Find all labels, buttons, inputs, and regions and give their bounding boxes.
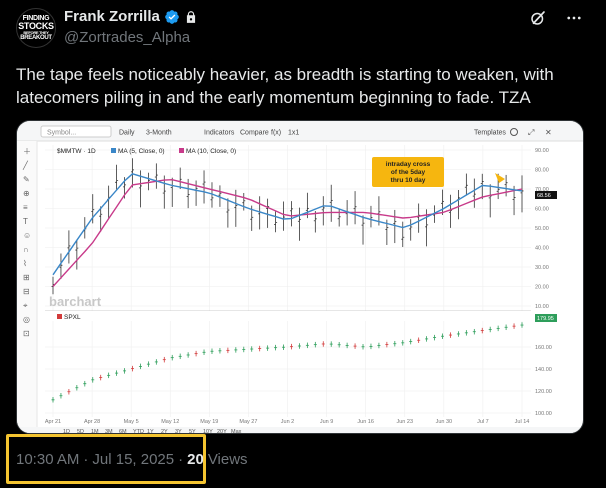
author-avatar[interactable]: FINDING STOCKS BEFORE THEY BREAKOUT: [16, 8, 56, 48]
range-button-20y[interactable]: 20Y: [217, 429, 227, 434]
drawing-tool-icon[interactable]: ⊟: [23, 287, 30, 296]
drawing-tool-icon[interactable]: ⊡: [23, 329, 30, 338]
spxl-swatch: [57, 314, 62, 319]
upper-ytick-label: 20.00: [535, 285, 549, 291]
avatar-text-4: BREAKOUT: [20, 35, 52, 41]
interval-select[interactable]: Daily: [119, 130, 135, 137]
drawing-tool-icon[interactable]: ∩: [23, 245, 29, 254]
lower-ytick-label: 140.00: [535, 367, 552, 373]
indicators-button[interactable]: Indicators: [204, 130, 235, 137]
x-tick-label: Jun 16: [357, 419, 374, 425]
x-tick-label: Apr 28: [84, 419, 100, 425]
upper-ytick-label: 10.00: [535, 304, 549, 310]
ma10-swatch: [179, 148, 184, 153]
lower-legend-symbol: SPXL: [64, 314, 81, 321]
grok-icon[interactable]: [528, 8, 548, 28]
lower-ytick-label: 160.00: [535, 345, 552, 351]
drawing-tool-icon[interactable]: ☺: [23, 231, 31, 240]
lower-ytick-label: 120.00: [535, 389, 552, 395]
verified-badge-icon[interactable]: [164, 9, 180, 25]
tweet-text: The tape feels noticeably heavier, as br…: [16, 65, 554, 107]
views-label: Views: [207, 451, 248, 468]
drawing-tool-icon[interactable]: ＋: [23, 147, 31, 156]
layout-select[interactable]: 1x1: [288, 130, 299, 137]
drawing-tool-icon[interactable]: ◎: [23, 315, 30, 324]
drawing-tool-icon[interactable]: ✎: [23, 175, 30, 184]
upper-ytick-label: 50.00: [535, 226, 549, 232]
upper-ytick-label: 60.00: [535, 207, 549, 213]
timestamp-highlight-box: [6, 434, 206, 484]
upper-ytick-label: 40.00: [535, 246, 549, 252]
x-tick-label: Jul 14: [515, 419, 530, 425]
fx-button[interactable]: f(x): [271, 130, 281, 137]
lower-ytick-label: 100.00: [535, 411, 552, 417]
drawing-tool-icon[interactable]: ⌇: [23, 259, 27, 268]
x-tick-label: May 19: [200, 419, 218, 425]
annotation-line-3: thru 10 day: [391, 177, 426, 184]
fullscreen-icon[interactable]: ⤢: [527, 128, 534, 137]
upper-ytick-label: 80.00: [535, 168, 549, 174]
drawing-tool-icon[interactable]: ⌖: [23, 301, 28, 310]
range-button-max[interactable]: Max: [231, 429, 242, 434]
range-select[interactable]: 3-Month: [146, 130, 172, 137]
barchart-watermark: barchart: [49, 294, 102, 309]
ma5-swatch: [111, 148, 116, 153]
upper-last-value: 68.56: [537, 193, 551, 199]
lower-last-value: 179.95: [537, 316, 554, 322]
x-tick-label: Jun 2: [281, 419, 294, 425]
author-handle[interactable]: @Zortrades_Alpha: [64, 29, 190, 46]
chart-screenshot: Symbol... Daily 3-Month Indicators Compa…: [17, 121, 583, 434]
drawing-tool-icon[interactable]: ⊞: [23, 273, 30, 282]
x-tick-label: Jun 9: [320, 419, 333, 425]
tweet-media-chart[interactable]: Symbol... Daily 3-Month Indicators Compa…: [16, 120, 584, 434]
tweet-actions-top: [528, 8, 584, 28]
drawing-tool-icon[interactable]: T: [23, 217, 28, 226]
x-tick-label: Jul 7: [477, 419, 489, 425]
drawing-tool-icon[interactable]: ⊕: [23, 189, 30, 198]
protected-lock-icon: [186, 10, 195, 23]
compare-button[interactable]: Compare: [240, 130, 269, 137]
annotation-line-2: of the 5day: [391, 169, 426, 176]
symbol-search-placeholder: Symbol...: [47, 130, 76, 137]
x-tick-label: May 5: [124, 419, 139, 425]
templates-button[interactable]: Templates: [474, 130, 506, 137]
x-tick-label: May 27: [239, 419, 257, 425]
more-options-icon[interactable]: [564, 8, 584, 28]
upper-legend-symbol: $MMTW · 1D: [57, 148, 96, 155]
x-tick-label: Jun 30: [436, 419, 453, 425]
author-name-row: Frank Zorrilla: [64, 8, 198, 25]
ma10-legend: MA (10, Close, 0): [186, 148, 236, 155]
drawing-tool-icon[interactable]: ≡: [23, 203, 28, 212]
x-tick-label: Jun 23: [396, 419, 413, 425]
ma5-legend: MA (5, Close, 0): [118, 148, 165, 155]
x-tick-label: May 12: [161, 419, 179, 425]
upper-ytick-label: 90.00: [535, 148, 549, 154]
author-display-name[interactable]: Frank Zorrilla: [64, 8, 160, 25]
upper-ytick-label: 30.00: [535, 265, 549, 271]
annotation-line-1: intraday cross: [386, 161, 431, 168]
x-tick-label: Apr 21: [45, 419, 61, 425]
close-icon[interactable]: ✕: [545, 128, 552, 137]
